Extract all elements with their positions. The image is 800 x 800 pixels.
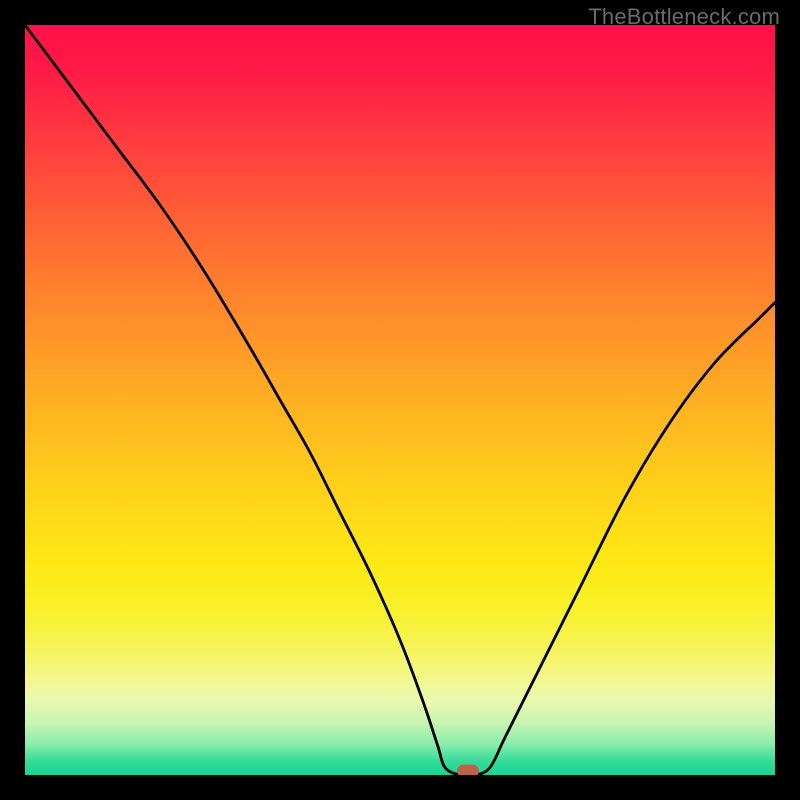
plot-area (25, 25, 775, 775)
curve-path (25, 25, 775, 775)
optimal-point-marker (457, 765, 479, 775)
bottleneck-curve (25, 25, 775, 775)
watermark-text: TheBottleneck.com (588, 4, 780, 30)
chart-frame: TheBottleneck.com (0, 0, 800, 800)
